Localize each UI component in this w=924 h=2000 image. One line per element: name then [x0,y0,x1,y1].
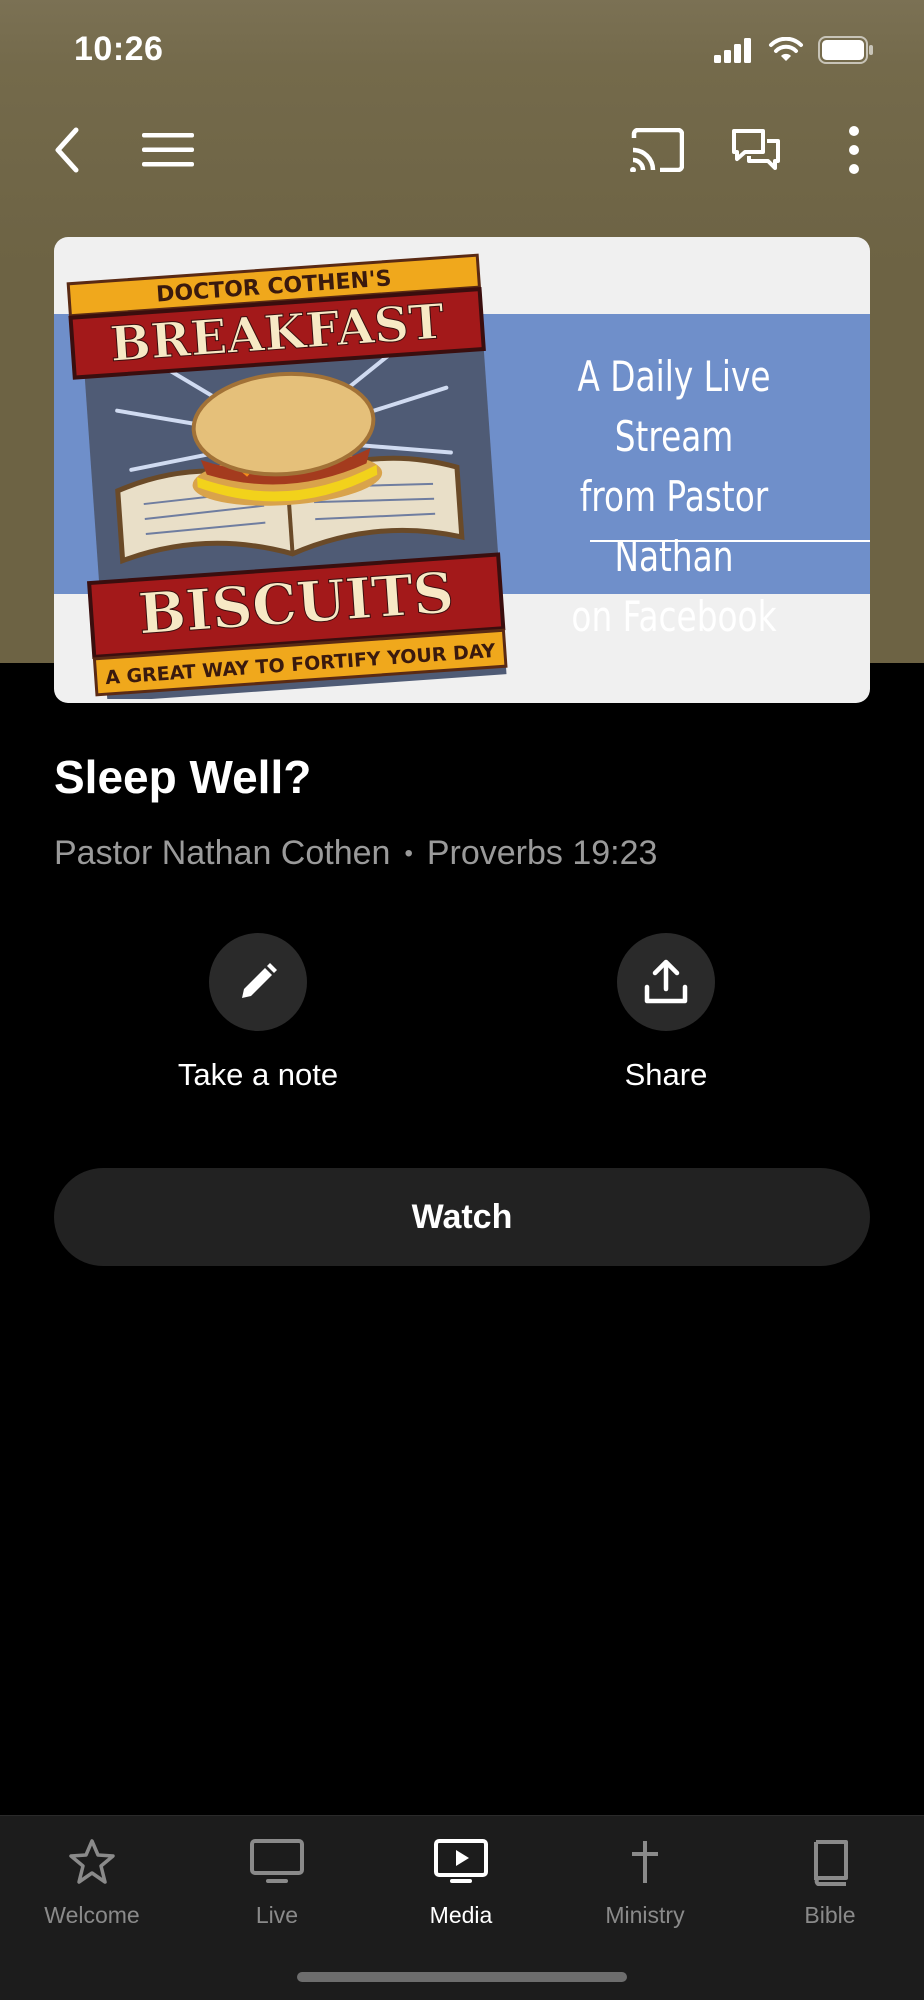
book-icon [814,1840,848,1886]
share-label: Share [624,1057,708,1092]
media-title: Sleep Well? [54,751,312,803]
scripture-reference: Proverbs 19:23 [426,834,658,872]
tab-live-label: Live [255,1902,299,1928]
cast-button[interactable] [617,110,697,190]
take-note-label: Take a note [177,1057,339,1092]
media-artwork: DOCTOR COTHEN'S BREAKFAST BISCUITS A GRE… [54,237,870,703]
chat-bubbles-icon [732,129,780,170]
star-icon [69,1839,115,1884]
battery-icon [818,36,873,64]
back-button[interactable] [28,110,108,190]
pencil-icon [242,963,277,998]
artwork-caption-line-3: on Facebook [571,592,777,641]
chevron-left-icon [55,127,79,173]
top-nav [0,110,924,190]
status-time: 10:26 [74,30,164,68]
wifi-icon [769,37,803,61]
take-note-circle[interactable] [209,933,307,1031]
share-upload-icon [644,959,688,1004]
tab-bible-label: Bible [804,1902,856,1928]
tab-ministry[interactable]: Ministry [570,1834,720,1929]
tab-bible[interactable]: Bible [755,1834,905,1929]
take-note-button[interactable]: Take a note [138,933,378,1093]
tab-welcome-label: Welcome [44,1902,140,1928]
meta-separator: • [404,839,413,867]
speaker-name: Pastor Nathan Cothen [54,834,391,872]
tab-live[interactable]: Live [202,1834,352,1929]
status-bar: 10:26 [0,0,924,100]
share-circle[interactable] [617,933,715,1031]
chat-button[interactable] [716,110,796,190]
breakfast-biscuits-logo: DOCTOR COTHEN'S BREAKFAST BISCUITS A GRE… [66,253,508,699]
monitor-icon [250,1839,304,1883]
artwork-caption: A Daily Live Stream from Pastor Nathan o… [541,347,806,647]
share-button[interactable]: Share [546,933,786,1093]
status-icons [714,36,874,64]
more-options-button[interactable] [814,110,894,190]
menu-button[interactable] [128,110,208,190]
watch-button[interactable]: Watch [54,1168,870,1266]
cast-icon [630,128,684,172]
play-screen-icon [434,1839,488,1883]
home-indicator[interactable] [297,1972,627,1982]
media-subtitle: Pastor Nathan Cothen • Proverbs 19:23 [54,834,657,873]
cross-icon [632,1841,658,1883]
tab-media[interactable]: Media [386,1834,536,1929]
tab-media-label: Media [429,1902,493,1928]
cellular-signal-icon [714,38,751,63]
tab-welcome[interactable]: Welcome [17,1834,167,1929]
artwork-underline [590,540,870,542]
hamburger-menu-icon [142,133,194,167]
artwork-caption-line-2: from Pastor Nathan [579,472,769,581]
tab-ministry-label: Ministry [605,1902,685,1928]
more-vertical-icon [849,126,859,174]
artwork-caption-line-1: A Daily Live Stream [577,352,771,461]
